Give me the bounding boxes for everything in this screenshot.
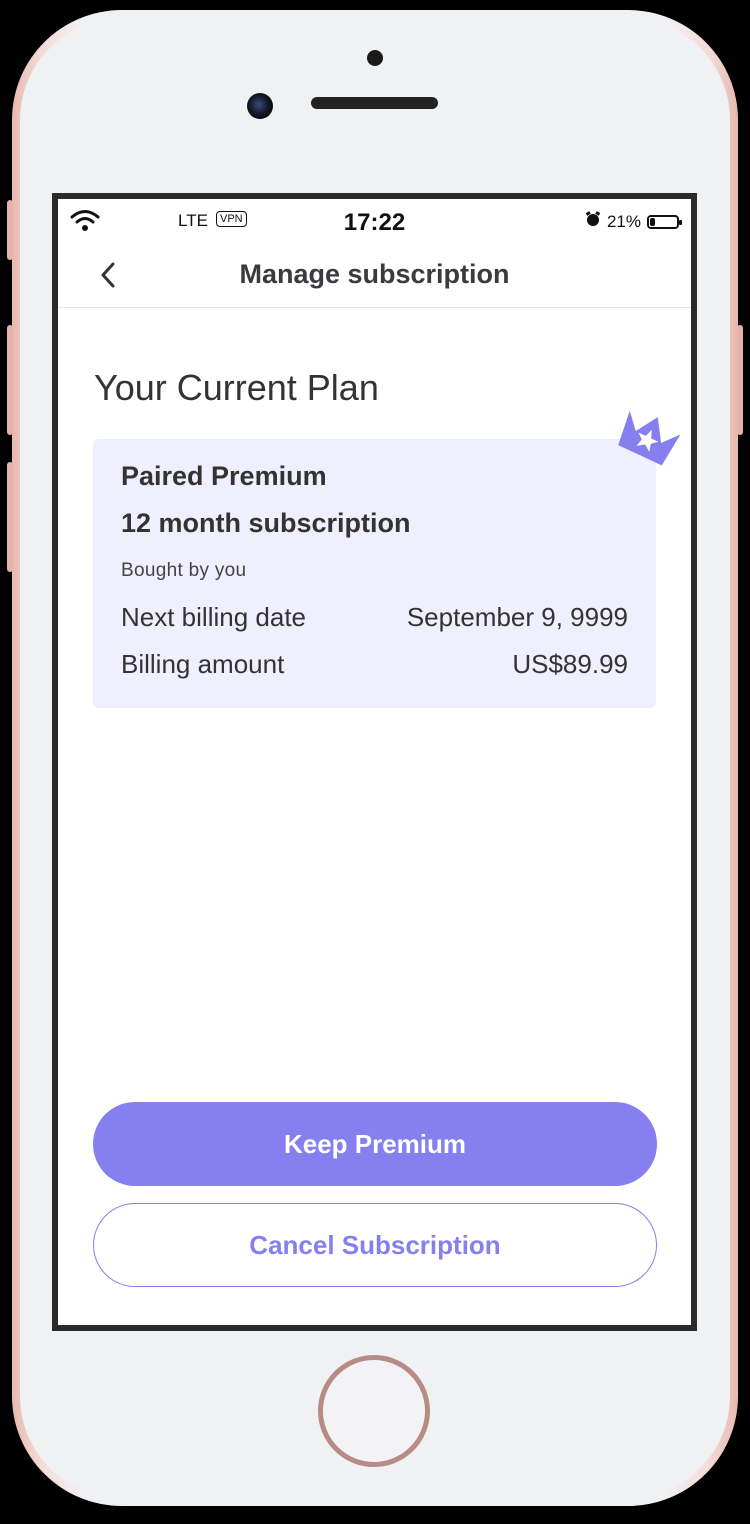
side-button-volume-down xyxy=(7,462,13,572)
proximity-sensor xyxy=(367,50,383,66)
crown-icon xyxy=(610,405,686,476)
billing-amount-value: US$89.99 xyxy=(512,649,628,679)
keep-premium-button[interactable]: Keep Premium xyxy=(93,1102,657,1186)
home-button[interactable] xyxy=(318,1355,430,1467)
nav-bar: Manage subscription xyxy=(58,245,691,308)
earpiece-speaker xyxy=(311,97,438,109)
plan-card: Paired Premium 12 month subscription Bou… xyxy=(93,439,656,708)
status-bar: LTE VPN 17:22 21% xyxy=(58,199,691,245)
billing-date-label: Next billing date xyxy=(121,602,306,632)
side-button-volume-up xyxy=(7,325,13,435)
battery-icon xyxy=(647,214,682,229)
billing-amount-label: Billing amount xyxy=(121,649,285,679)
battery-fill xyxy=(650,217,655,226)
plan-owner: Bought by you xyxy=(121,560,247,581)
battery-percent: 21% xyxy=(606,211,641,231)
status-right-group: 21% xyxy=(585,211,682,232)
billing-amount-row: Billing amount US$89.99 xyxy=(121,649,628,680)
cancel-subscription-button[interactable]: Cancel Subscription xyxy=(93,1203,657,1287)
front-camera xyxy=(247,93,273,119)
billing-date-row: Next billing date September 9, 9999 xyxy=(121,602,628,633)
plan-duration: 12 month subscription xyxy=(121,508,411,538)
alarm-icon xyxy=(585,211,601,232)
section-title: Your Current Plan xyxy=(94,367,379,408)
side-button-power xyxy=(737,325,743,435)
screen: LTE VPN 17:22 21% Manage subscription Yo… xyxy=(52,193,697,1331)
plan-name: Paired Premium xyxy=(121,461,327,491)
page-title: Manage subscription xyxy=(239,259,510,289)
billing-date-value: September 9, 9999 xyxy=(406,602,628,632)
side-button-mute xyxy=(7,200,13,260)
